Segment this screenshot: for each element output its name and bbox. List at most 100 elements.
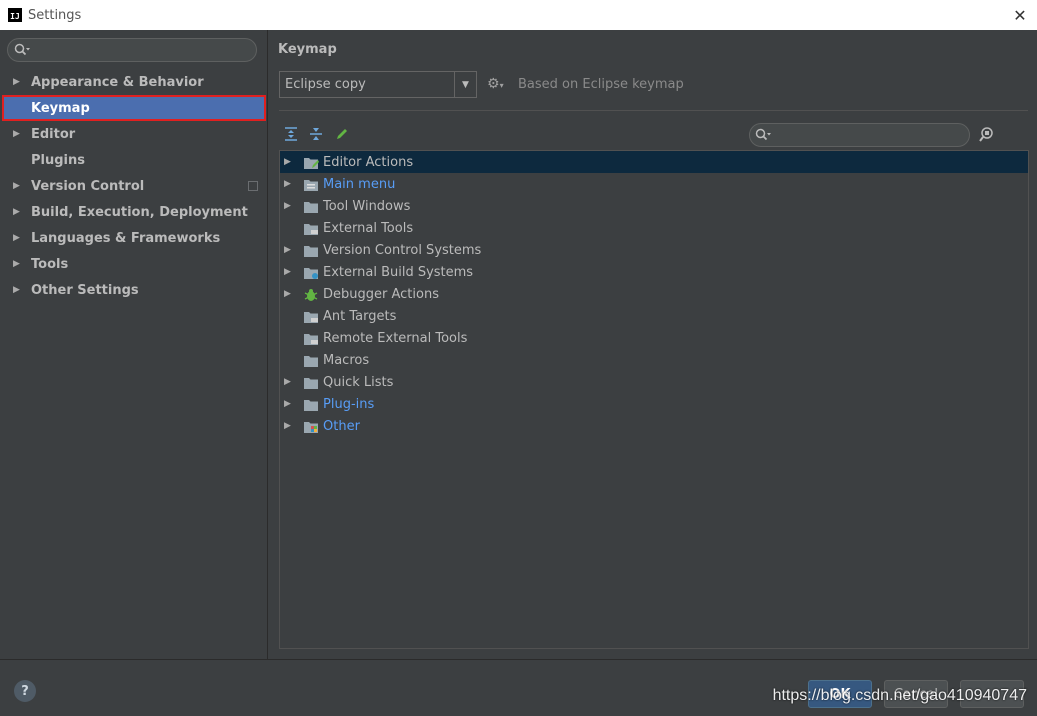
expand-arrow-icon[interactable]: ▶ bbox=[284, 377, 294, 387]
close-icon[interactable]: ✕ bbox=[1009, 5, 1031, 25]
folder-icon bbox=[303, 354, 319, 367]
folder-icon bbox=[303, 376, 319, 389]
tree-row-label: External Build Systems bbox=[323, 264, 474, 280]
tree-row-label: Main menu bbox=[323, 176, 396, 192]
sidebar-item-label: Editor bbox=[31, 126, 76, 142]
watermark: https://blog.csdn.net/gao410940747 bbox=[772, 687, 1027, 704]
sidebar-item-other-settings[interactable]: ▶ Other Settings bbox=[0, 277, 268, 303]
dialog-footer: ? OK Cancel https://blog.csdn.net/gao410… bbox=[0, 659, 1037, 716]
tree-row-label: Remote External Tools bbox=[323, 330, 468, 346]
expand-arrow-icon[interactable]: ▶ bbox=[284, 179, 294, 189]
tree-row-macros[interactable]: ▶Macros bbox=[280, 349, 1028, 371]
sidebar-item-build-execution-deployment[interactable]: ▶ Build, Execution, Deployment bbox=[0, 199, 268, 225]
find-by-shortcut-icon[interactable] bbox=[979, 126, 997, 144]
sidebar-item-plugins[interactable]: Plugins bbox=[0, 147, 268, 173]
tree-row-external-build-systems[interactable]: ▶ External Build Systems bbox=[280, 261, 1028, 283]
expand-arrow-icon[interactable]: ▶ bbox=[13, 259, 23, 269]
tree-row-version-control-systems[interactable]: ▶ Version Control Systems bbox=[280, 239, 1028, 261]
project-level-icon bbox=[248, 181, 258, 191]
tree-row-label: Macros bbox=[323, 352, 370, 368]
divider bbox=[279, 110, 1028, 111]
expand-arrow-icon[interactable]: ▶ bbox=[284, 399, 294, 409]
sidebar-item-label: Plugins bbox=[31, 152, 85, 168]
actions-tree: ▶Editor Actions▶Main menu▶Tool Windows▶E… bbox=[279, 150, 1029, 649]
expand-arrow-icon[interactable]: ▶ bbox=[13, 77, 23, 87]
tools-folder-icon bbox=[303, 222, 319, 235]
gear-icon[interactable]: ⚙▾ bbox=[487, 76, 504, 92]
page-title: Keymap bbox=[278, 42, 337, 57]
keymap-select-value: Eclipse copy bbox=[285, 77, 366, 92]
sidebar-search-input[interactable] bbox=[7, 38, 257, 62]
action-search-input[interactable] bbox=[749, 123, 970, 147]
tree-row-other[interactable]: ▶ Other bbox=[280, 415, 1028, 437]
settings-sidebar: ▶ Appearance & Behavior Keymap ▶ Editor Plugi… bbox=[0, 30, 268, 659]
sidebar-item-label: Other Settings bbox=[31, 282, 139, 298]
tree-row-label: Plug-ins bbox=[323, 396, 375, 412]
keymap-panel: Keymap Eclipse copy ▼ ⚙▾ Based on Eclips… bbox=[269, 30, 1037, 659]
expand-arrow-icon[interactable]: ▶ bbox=[284, 267, 294, 277]
sidebar-item-appearance-behavior[interactable]: ▶ Appearance & Behavior bbox=[0, 69, 268, 95]
sidebar-item-editor[interactable]: ▶ Editor bbox=[0, 121, 268, 147]
sidebar-item-label: Keymap bbox=[31, 100, 90, 116]
folder-icon bbox=[303, 398, 319, 411]
intellij-logo-icon: IJ bbox=[8, 8, 22, 22]
tree-row-label: Debugger Actions bbox=[323, 286, 439, 302]
sidebar-list: ▶ Appearance & Behavior Keymap ▶ Editor Plugi… bbox=[0, 69, 268, 303]
expand-arrow-icon[interactable]: ▶ bbox=[284, 157, 294, 167]
edit-pencil-icon[interactable] bbox=[333, 126, 351, 142]
based-on-label: Based on Eclipse keymap bbox=[518, 77, 684, 92]
editor-actions-folder-icon bbox=[303, 156, 319, 169]
tree-row-main-menu[interactable]: ▶ Main menu bbox=[280, 173, 1028, 195]
expand-arrow-icon[interactable]: ▶ bbox=[13, 129, 23, 139]
title-bar: IJ Settings ✕ bbox=[0, 0, 1037, 30]
tree-row-label: External Tools bbox=[323, 220, 414, 236]
expand-arrow-icon[interactable]: ▶ bbox=[13, 181, 23, 191]
expand-arrow-icon[interactable]: ▶ bbox=[13, 233, 23, 243]
keymap-select[interactable]: Eclipse copy ▼ bbox=[279, 71, 477, 98]
collapse-all-icon[interactable] bbox=[307, 126, 325, 142]
tree-row-external-tools[interactable]: ▶External Tools bbox=[280, 217, 1028, 239]
expand-arrow-icon[interactable]: ▶ bbox=[284, 421, 294, 431]
sidebar-item-version-control[interactable]: ▶ Version Control bbox=[0, 173, 268, 199]
expand-arrow-icon[interactable]: ▶ bbox=[284, 201, 294, 211]
sidebar-item-label: Version Control bbox=[31, 178, 145, 194]
tree-row-debugger-actions[interactable]: ▶ Debugger Actions bbox=[280, 283, 1028, 305]
expand-arrow-icon[interactable]: ▶ bbox=[284, 245, 294, 255]
tree-row-label: Other bbox=[323, 418, 360, 434]
sidebar-item-label: Appearance & Behavior bbox=[31, 74, 204, 90]
expand-arrow-icon[interactable]: ▶ bbox=[13, 207, 23, 217]
expand-arrow-icon[interactable]: ▶ bbox=[284, 289, 294, 299]
tree-row-ant-targets[interactable]: ▶Ant Targets bbox=[280, 305, 1028, 327]
folder-icon bbox=[303, 244, 319, 257]
tree-row-label: Editor Actions bbox=[323, 154, 414, 170]
expand-arrow-icon[interactable]: ▶ bbox=[13, 285, 23, 295]
window-title: Settings bbox=[28, 7, 82, 23]
ant-folder-icon bbox=[303, 310, 319, 323]
tools-folder-icon bbox=[303, 332, 319, 345]
tree-row-label: Version Control Systems bbox=[323, 242, 482, 258]
sidebar-item-label: Build, Execution, Deployment bbox=[31, 204, 248, 220]
expand-all-icon[interactable] bbox=[282, 126, 300, 142]
folder-icon bbox=[303, 200, 319, 213]
search-icon bbox=[14, 43, 30, 57]
tree-row-label: Tool Windows bbox=[323, 198, 411, 214]
tree-row-label: Ant Targets bbox=[323, 308, 397, 324]
sidebar-item-keymap[interactable]: Keymap bbox=[2, 95, 266, 121]
other-folder-icon bbox=[303, 420, 319, 433]
search-icon bbox=[755, 128, 771, 142]
sidebar-item-label: Languages & Frameworks bbox=[31, 230, 221, 246]
sidebar-item-languages-frameworks[interactable]: ▶ Languages & Frameworks bbox=[0, 225, 268, 251]
tree-row-editor-actions[interactable]: ▶ Editor Actions bbox=[280, 151, 1028, 173]
bug-icon bbox=[303, 288, 319, 301]
tree-row-plug-ins[interactable]: ▶ Plug-ins bbox=[280, 393, 1028, 415]
tree-row-tool-windows[interactable]: ▶ Tool Windows bbox=[280, 195, 1028, 217]
build-folder-icon bbox=[303, 266, 319, 279]
tree-row-remote-external-tools[interactable]: ▶Remote External Tools bbox=[280, 327, 1028, 349]
sidebar-item-tools[interactable]: ▶ Tools bbox=[0, 251, 268, 277]
chevron-down-icon[interactable]: ▼ bbox=[454, 72, 476, 97]
sidebar-item-label: Tools bbox=[31, 256, 69, 272]
tree-row-quick-lists[interactable]: ▶ Quick Lists bbox=[280, 371, 1028, 393]
tree-row-label: Quick Lists bbox=[323, 374, 394, 390]
main-menu-folder-icon bbox=[303, 178, 319, 191]
help-button[interactable]: ? bbox=[14, 680, 36, 702]
